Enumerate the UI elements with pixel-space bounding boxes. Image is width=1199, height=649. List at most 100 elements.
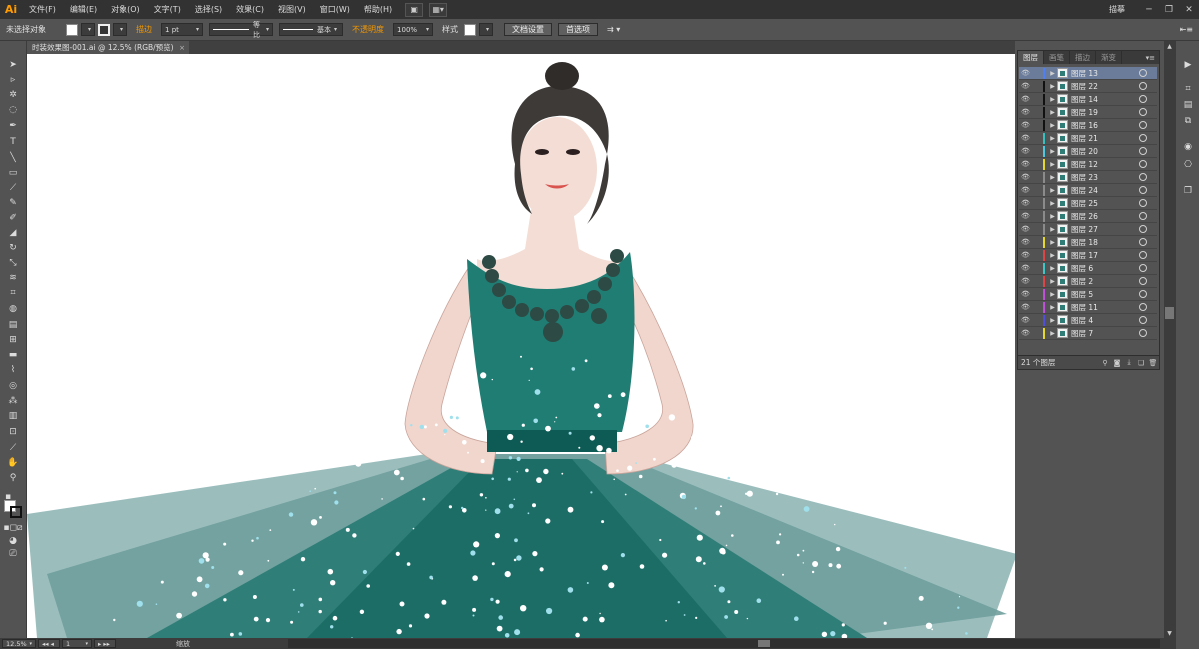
restore-icon[interactable]: ❐ <box>1159 3 1179 17</box>
visibility-eye-icon[interactable]: 👁 <box>1019 134 1032 142</box>
target-circle-icon[interactable] <box>1139 108 1147 116</box>
scroll-up-icon[interactable]: ▲ <box>1164 41 1175 51</box>
screen-mode-icon[interactable]: ⎚ <box>6 548 20 560</box>
expand-triangle-icon[interactable]: ▶ <box>1048 252 1057 259</box>
lock-toggle[interactable] <box>1032 236 1043 248</box>
layer-row[interactable]: 👁 ▶ 图层 24 <box>1019 184 1157 197</box>
lock-toggle[interactable] <box>1032 249 1043 261</box>
layer-row[interactable]: 👁 ▶ 图层 14 <box>1019 93 1157 106</box>
bridge-icon[interactable]: ▣ <box>405 2 424 17</box>
mesh-tool-icon[interactable]: ⊞ <box>6 334 20 346</box>
target-circle-icon[interactable] <box>1139 316 1147 324</box>
lock-toggle[interactable] <box>1032 288 1043 300</box>
layer-name[interactable]: 图层 23 <box>1071 172 1139 183</box>
target-circle-icon[interactable] <box>1139 82 1147 90</box>
layer-name[interactable]: 图层 26 <box>1071 211 1139 222</box>
artboard-nav-prev[interactable]: ◂◂ ◂ <box>38 639 60 648</box>
warp-tool-icon[interactable]: ≋ <box>6 272 20 284</box>
slice-tool-icon[interactable]: ⟋ <box>6 442 20 454</box>
line-tool-icon[interactable]: ╲ <box>6 152 20 164</box>
variable-width-profile[interactable]: 等比 ▾ <box>209 21 274 39</box>
target-circle-icon[interactable] <box>1139 212 1147 220</box>
target-circle-icon[interactable] <box>1139 173 1147 181</box>
lock-toggle[interactable] <box>1032 314 1043 326</box>
pencil-tool-icon[interactable]: ✎ <box>6 197 20 209</box>
visibility-eye-icon[interactable]: 👁 <box>1019 186 1032 194</box>
rectangle-tool-icon[interactable]: ▭ <box>6 167 20 179</box>
selection-tool-icon[interactable]: ➤ <box>6 59 20 71</box>
target-circle-icon[interactable] <box>1139 160 1147 168</box>
column-graph-tool-icon[interactable]: ▥ <box>6 410 20 422</box>
layer-name[interactable]: 图层 20 <box>1071 146 1139 157</box>
expand-triangle-icon[interactable]: ▶ <box>1048 122 1057 129</box>
visibility-eye-icon[interactable]: 👁 <box>1019 121 1032 129</box>
panel-menu-icon[interactable]: ⇤≡ <box>1174 25 1199 34</box>
lock-toggle[interactable] <box>1032 223 1043 235</box>
visibility-eye-icon[interactable]: 👁 <box>1019 251 1032 259</box>
scroll-down-icon[interactable]: ▼ <box>1164 628 1175 638</box>
visibility-eye-icon[interactable]: 👁 <box>1019 316 1032 324</box>
vertical-scrollbar[interactable]: ▲ ▼ <box>1164 41 1175 638</box>
layer-row[interactable]: 👁 ▶ 图层 13 <box>1019 67 1157 80</box>
layer-name[interactable]: 图层 18 <box>1071 237 1139 248</box>
close-icon[interactable]: ✕ <box>1179 3 1199 17</box>
layer-name[interactable]: 图层 11 <box>1071 302 1139 313</box>
minimize-icon[interactable]: ─ <box>1139 3 1159 17</box>
layer-row[interactable]: 👁 ▶ 图层 25 <box>1019 197 1157 210</box>
layer-row[interactable]: 👁 ▶ 图层 2 <box>1019 275 1157 288</box>
hand-tool-icon[interactable]: ✋ <box>6 457 20 469</box>
target-circle-icon[interactable] <box>1139 225 1147 233</box>
expand-triangle-icon[interactable]: ▶ <box>1048 317 1057 324</box>
expand-triangle-icon[interactable]: ▶ <box>1048 96 1057 103</box>
lock-toggle[interactable] <box>1032 262 1043 274</box>
panel-menu-icon[interactable]: ▾≡ <box>1142 51 1159 64</box>
stroke-swatch[interactable] <box>98 23 111 36</box>
target-circle-icon[interactable] <box>1139 277 1147 285</box>
zoom-field[interactable]: 12.5% ▾ <box>2 639 36 648</box>
align-icon[interactable]: ⇉ ▾ <box>601 25 626 34</box>
layer-name[interactable]: 图层 6 <box>1071 263 1139 274</box>
artboard-tool-icon[interactable]: ⊡ <box>6 426 20 438</box>
lock-toggle[interactable] <box>1032 210 1043 222</box>
layer-name[interactable]: 图层 13 <box>1071 68 1139 79</box>
layer-row[interactable]: 👁 ▶ 图层 19 <box>1019 106 1157 119</box>
target-circle-icon[interactable] <box>1139 251 1147 259</box>
rotate-tool-icon[interactable]: ↻ <box>6 242 20 254</box>
layer-name[interactable]: 图层 17 <box>1071 250 1139 261</box>
target-circle-icon[interactable] <box>1139 121 1147 129</box>
artboard-canvas[interactable] <box>27 54 1015 638</box>
expand-triangle-icon[interactable]: ▶ <box>1048 187 1057 194</box>
horizontal-scroll-thumb[interactable] <box>758 640 770 647</box>
expand-triangle-icon[interactable]: ▶ <box>1048 291 1057 298</box>
lock-toggle[interactable] <box>1032 275 1043 287</box>
shape-builder-tool-icon[interactable]: ◍ <box>6 303 20 315</box>
layer-row[interactable]: 👁 ▶ 图层 26 <box>1019 210 1157 223</box>
stroke-color-icon[interactable] <box>10 506 22 518</box>
perspective-grid-tool-icon[interactable]: ▤ <box>6 319 20 331</box>
visibility-eye-icon[interactable]: 👁 <box>1019 277 1032 285</box>
target-circle-icon[interactable] <box>1139 147 1147 155</box>
lock-toggle[interactable] <box>1032 106 1043 118</box>
lock-toggle[interactable] <box>1032 132 1043 144</box>
visibility-eye-icon[interactable]: 👁 <box>1019 95 1032 103</box>
document-tab[interactable]: 时装效果图-001.ai @ 12.5% (RGB/预览) × <box>27 41 189 54</box>
visibility-eye-icon[interactable]: 👁 <box>1019 303 1032 311</box>
lock-toggle[interactable] <box>1032 327 1043 339</box>
document-setup-button[interactable]: 文档设置 <box>504 23 553 36</box>
lock-toggle[interactable] <box>1032 197 1043 209</box>
expand-triangle-icon[interactable]: ▶ <box>1048 109 1057 116</box>
layer-row[interactable]: 👁 ▶ 图层 4 <box>1019 314 1157 327</box>
expand-triangle-icon[interactable]: ▶ <box>1048 330 1057 337</box>
layers-panel-icon[interactable]: ❐ <box>1181 185 1195 197</box>
layer-row[interactable]: 👁 ▶ 图层 22 <box>1019 80 1157 93</box>
lock-toggle[interactable] <box>1032 80 1043 92</box>
layer-row[interactable]: 👁 ▶ 图层 18 <box>1019 236 1157 249</box>
tab-stroke[interactable]: 描边 <box>1070 51 1096 64</box>
gradient-tool-icon[interactable]: ▬ <box>6 349 20 361</box>
layer-name[interactable]: 图层 24 <box>1071 185 1139 196</box>
fill-dropdown[interactable]: ▾ <box>81 23 96 36</box>
blend-tool-icon[interactable]: ◎ <box>6 380 20 392</box>
menu-edit[interactable]: 编辑(E) <box>63 4 104 15</box>
pathfinder-icon[interactable]: ⧉ <box>1181 115 1195 127</box>
style-dropdown[interactable]: ▾ <box>479 23 494 36</box>
